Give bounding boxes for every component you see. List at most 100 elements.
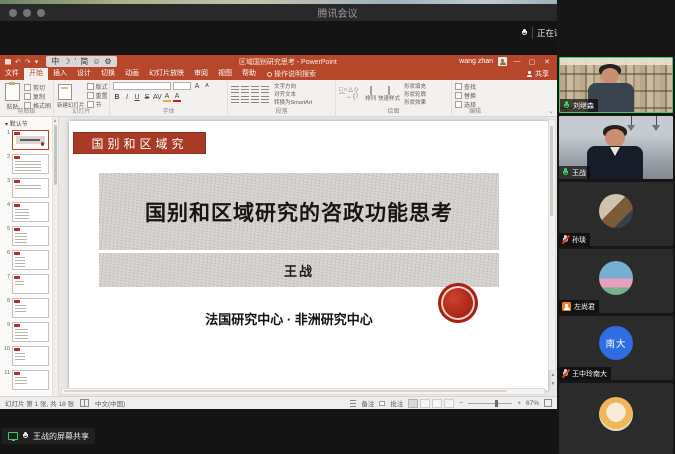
fit-to-window-icon[interactable] bbox=[544, 399, 552, 407]
bullets-icon[interactable] bbox=[231, 86, 239, 93]
slide-thumbnail-8[interactable]: 8 bbox=[0, 297, 58, 321]
numbering-icon[interactable] bbox=[241, 86, 249, 93]
undo-icon[interactable]: ↶ bbox=[15, 58, 21, 66]
reset-button[interactable]: 重置 bbox=[96, 91, 108, 100]
tell-me-search[interactable]: 操作说明搜索 bbox=[267, 69, 316, 79]
thumbnail-scrollbar[interactable] bbox=[52, 117, 58, 396]
participant-tile-1[interactable]: 刘继森 bbox=[559, 57, 673, 113]
notes-toggle[interactable]: 备注 bbox=[361, 398, 374, 408]
section-header[interactable]: ▾ 默认节 bbox=[0, 117, 58, 129]
tab-home[interactable]: 开始 bbox=[24, 68, 48, 80]
ime-emoji-icon[interactable]: ☺ bbox=[92, 56, 100, 67]
arrange-button[interactable]: 排列 bbox=[365, 94, 376, 102]
shape-outline-button[interactable]: 形状轮廓 bbox=[404, 90, 426, 98]
quick-styles-button[interactable]: 快速样式 bbox=[378, 94, 400, 102]
input-method-toolbar[interactable]: 中 ☽ ’ 简 ☺ ⚙ bbox=[46, 56, 116, 67]
slide-thumbnail-6[interactable]: 6 bbox=[0, 249, 58, 273]
account-avatar[interactable] bbox=[498, 57, 507, 66]
italic-button[interactable]: I bbox=[123, 94, 131, 101]
slide-thumbnail-5[interactable]: 5 bbox=[0, 225, 58, 249]
slide-edit-area[interactable]: 国别和区域究 国别和区域研究的咨政功能思考 王战 法国研究中心 · 非洲研究中心… bbox=[59, 117, 557, 396]
align-left-icon[interactable] bbox=[231, 96, 239, 103]
char-spacing-icon[interactable]: AV bbox=[153, 94, 161, 101]
participant-tile-4[interactable]: 左尚君 bbox=[559, 249, 673, 313]
align-right-icon[interactable] bbox=[251, 96, 259, 103]
font-color-icon[interactable]: A bbox=[173, 93, 181, 102]
reading-view-button[interactable] bbox=[432, 399, 442, 408]
shape-fill-button[interactable]: 形状填充 bbox=[404, 82, 426, 90]
new-slide-button[interactable]: 新建幻灯片 bbox=[57, 83, 85, 109]
indent-decrease-icon[interactable] bbox=[251, 86, 259, 93]
tab-design[interactable]: 设计 bbox=[72, 68, 96, 80]
spellcheck-icon[interactable] bbox=[80, 399, 89, 407]
tab-file[interactable]: 文件 bbox=[0, 68, 24, 80]
indent-increase-icon[interactable] bbox=[261, 86, 269, 93]
slide-thumbnail-7[interactable]: 7 bbox=[0, 273, 58, 297]
participant-tile-2[interactable]: 王战 bbox=[559, 116, 673, 179]
slide-thumbnail-9[interactable]: 9 bbox=[0, 321, 58, 345]
slide-thumbnail-11[interactable]: 11 bbox=[0, 369, 58, 393]
save-icon[interactable] bbox=[5, 59, 11, 65]
zoom-percentage[interactable]: 67% bbox=[526, 400, 539, 407]
slide-sorter-view-button[interactable] bbox=[420, 399, 430, 408]
slide-thumbnail-1[interactable]: 1 bbox=[0, 129, 58, 153]
ime-punct-icon[interactable]: ’ bbox=[74, 56, 76, 67]
tab-slideshow[interactable]: 幻灯片放映 bbox=[144, 68, 189, 80]
zoom-out-icon[interactable]: − bbox=[459, 400, 463, 407]
zoom-in-icon[interactable]: + bbox=[517, 400, 521, 407]
align-center-icon[interactable] bbox=[241, 96, 249, 103]
slide-canvas[interactable]: 国别和区域究 国别和区域研究的咨政功能思考 王战 法国研究中心 · 非洲研究中心 bbox=[69, 121, 548, 390]
ime-mode-toggle[interactable]: 中 bbox=[51, 56, 59, 67]
replace-button[interactable]: 替换 bbox=[464, 91, 476, 100]
find-button[interactable]: 查找 bbox=[464, 82, 476, 91]
underline-button[interactable]: U bbox=[133, 94, 141, 101]
slide-vertical-scrollbar[interactable] bbox=[548, 119, 556, 371]
tab-insert[interactable]: 插入 bbox=[48, 68, 72, 80]
align-text-button[interactable]: 对齐文本 bbox=[274, 90, 312, 98]
tab-view[interactable]: 视图 bbox=[213, 68, 237, 80]
language-label[interactable]: 中文(中国) bbox=[95, 398, 125, 408]
ime-settings-gear-icon[interactable]: ⚙ bbox=[104, 56, 111, 67]
highlight-color-icon[interactable]: A bbox=[163, 93, 171, 102]
ppt-minimize-button[interactable]: — bbox=[512, 58, 522, 65]
zoom-slider[interactable] bbox=[468, 403, 512, 404]
comments-toggle[interactable]: 批注 bbox=[390, 398, 403, 408]
redo-icon[interactable]: ↷ bbox=[25, 58, 31, 66]
slide-thumbnail-4[interactable]: 4 bbox=[0, 201, 58, 225]
slideshow-view-button[interactable] bbox=[444, 399, 454, 408]
ppt-close-button[interactable]: ✕ bbox=[542, 58, 552, 66]
copy-button[interactable]: 复制 bbox=[33, 92, 45, 101]
font-name-select[interactable] bbox=[113, 82, 171, 90]
next-slide-icon[interactable]: ▼ bbox=[551, 381, 556, 387]
strikethrough-button[interactable]: S bbox=[143, 94, 151, 101]
tab-transitions[interactable]: 切换 bbox=[96, 68, 120, 80]
slide-thumbnail-2[interactable]: 2 bbox=[0, 153, 58, 177]
increase-font-icon[interactable]: A bbox=[193, 83, 201, 90]
slide-horizontal-scrollbar[interactable] bbox=[61, 388, 545, 395]
shape-effects-button[interactable]: 形状效果 bbox=[404, 98, 426, 106]
bold-button[interactable]: B bbox=[113, 94, 121, 101]
tab-animations[interactable]: 动画 bbox=[120, 68, 144, 80]
previous-slide-icon[interactable]: ▲ bbox=[551, 372, 556, 378]
zoom-slider-knob[interactable] bbox=[495, 400, 498, 407]
qat-dropdown-icon[interactable]: ▾ bbox=[35, 58, 39, 66]
ime-moon-icon[interactable]: ☽ bbox=[63, 56, 70, 67]
slide-nav-arrows[interactable]: ▲ ▼ bbox=[549, 372, 557, 388]
tab-help[interactable]: 帮助 bbox=[237, 68, 261, 80]
normal-view-button[interactable] bbox=[408, 399, 418, 408]
decrease-font-icon[interactable]: A bbox=[203, 83, 211, 89]
participant-tile-5[interactable]: 南大 王中玲南大 bbox=[559, 316, 673, 380]
justify-icon[interactable] bbox=[261, 96, 269, 103]
slide-thumbnail-3[interactable]: 3 bbox=[0, 177, 58, 201]
layout-button[interactable]: 版式 bbox=[96, 82, 108, 91]
participant-tile-3[interactable]: 孙琰 bbox=[559, 182, 673, 246]
smartart-convert-button[interactable]: 转换为SmartArt bbox=[274, 98, 312, 106]
collapse-ribbon-icon[interactable]: ⌄ bbox=[548, 107, 554, 115]
cut-button[interactable]: 剪切 bbox=[33, 83, 45, 92]
text-direction-button[interactable]: 文字方向 bbox=[274, 82, 312, 90]
share-button[interactable]: 共享 bbox=[526, 69, 549, 79]
shapes-gallery[interactable]: □○△◇ ⌒↔{｝ bbox=[339, 87, 363, 101]
slide-thumbnail-panel[interactable]: ▾ 默认节 1 2 3 4 5 6 bbox=[0, 117, 59, 396]
participant-tile-6[interactable] bbox=[559, 383, 673, 454]
tab-review[interactable]: 审阅 bbox=[189, 68, 213, 80]
